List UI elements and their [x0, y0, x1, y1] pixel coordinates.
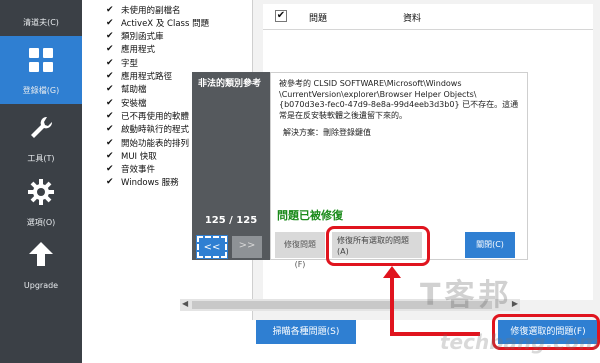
check-icon[interactable]: ✔: [106, 98, 115, 108]
check-icon[interactable]: ✔: [106, 58, 115, 68]
checklist-item-label: 類別函式庫: [121, 32, 164, 43]
check-icon[interactable]: ✔: [106, 84, 115, 94]
checklist-item[interactable]: ✔ 應用程式路徑: [106, 70, 172, 83]
checklist-item-label: 應用程式路徑: [121, 72, 173, 82]
watermark-url: techbang.com: [440, 330, 600, 354]
checklist-item[interactable]: ✔ 字型: [106, 56, 138, 69]
checklist-item[interactable]: ✔ MUI 快取: [106, 149, 157, 162]
sidebar-item-label: 工具(T): [27, 154, 55, 163]
problem-description: 被參考的 CLSID SOFTWARE\Microsoft\Windows \C…: [279, 79, 519, 120]
checklist-item[interactable]: ✔ ActiveX 及 Class 問題: [106, 16, 209, 29]
close-button[interactable]: 關閉(C): [465, 232, 515, 258]
scroll-left-icon[interactable]: ◀: [182, 299, 188, 308]
sidebar-item-cleaner[interactable]: 清道夫(C): [0, 0, 82, 36]
sidebar-item-tools[interactable]: 工具(T): [0, 104, 82, 172]
checklist-item[interactable]: ✔ 啟動時執行的程式: [106, 123, 189, 136]
checklist-item[interactable]: ✔ Windows 服務: [106, 176, 179, 189]
sidebar-item-options[interactable]: 選項(O): [0, 168, 82, 236]
check-icon[interactable]: ✔: [106, 44, 115, 54]
problem-dialog-sidebar: 非法的類別參考 125 / 125: [192, 72, 270, 260]
results-header: ✔ 問題 資料: [263, 4, 593, 30]
checklist-item[interactable]: ✔ 幫助檔: [106, 83, 147, 96]
checklist-item-label: 啟動時執行的程式: [121, 125, 190, 136]
checklist-item-label: 幫助檔: [121, 85, 147, 96]
solution-text: 解決方案：刪除登錄鍵值: [283, 128, 371, 137]
check-icon[interactable]: ✔: [106, 151, 115, 161]
next-problem-button[interactable]: >>: [232, 236, 262, 258]
arrow-up-icon: [29, 242, 53, 266]
checklist-item-label: 未使用的副檔名: [121, 5, 181, 16]
check-icon[interactable]: ✔: [106, 164, 115, 174]
wrench-icon: [31, 116, 53, 138]
checklist-item-label: 安裝檔: [121, 98, 147, 109]
column-header-data[interactable]: 資料: [403, 11, 421, 24]
select-all-checkbox[interactable]: ✔: [275, 10, 287, 22]
sidebar-item-label: Upgrade: [23, 281, 59, 290]
checklist-item[interactable]: ✔ 未使用的副檔名: [106, 3, 181, 16]
check-icon[interactable]: ✔: [106, 138, 115, 148]
checklist-item[interactable]: ✔ 音效事件: [106, 163, 155, 176]
checklist-item[interactable]: ✔ 已不再使用的軟體: [106, 109, 189, 122]
check-icon[interactable]: ✔: [106, 177, 115, 187]
highlight-frame: [326, 226, 430, 266]
checklist-item[interactable]: ✔ 安裝檔: [106, 96, 147, 109]
checklist-item-label: 字型: [121, 58, 139, 69]
checklist-item-label: ActiveX 及 Class 問題: [121, 18, 210, 29]
checklist-item-label: 開始功能表的排列: [121, 138, 190, 149]
watermark-logo: T客邦: [420, 278, 513, 313]
checklist-item-label: MUI 快取: [121, 151, 157, 162]
sidebar-item-label: 登錄檔(G): [22, 86, 60, 95]
sidebar-item-registry[interactable]: 登錄檔(G): [0, 36, 82, 104]
checklist-item-label: 音效事件: [121, 165, 156, 176]
column-header-problem[interactable]: 問題: [309, 11, 327, 24]
checklist-item[interactable]: ✔ 類別函式庫: [106, 30, 164, 43]
check-icon[interactable]: ✔: [106, 18, 115, 28]
sidebar-item-label: 選項(O): [26, 218, 56, 227]
check-icon[interactable]: ✔: [106, 31, 115, 41]
gear-icon: [28, 179, 54, 205]
check-icon[interactable]: ✔: [106, 71, 115, 81]
sidebar: 清道夫(C) 登錄檔(G) 工具(T) 選項(O) Upgrade: [0, 0, 82, 363]
sidebar-item-upgrade[interactable]: Upgrade: [0, 230, 82, 298]
scroll-right-icon[interactable]: ▶: [512, 299, 518, 308]
grid-icon: [29, 48, 53, 72]
checklist-item[interactable]: ✔ 開始功能表的排列: [106, 136, 189, 149]
scan-button[interactable]: 掃瞄各種問題(S): [256, 320, 356, 344]
dialog-title: 非法的類別參考: [198, 79, 262, 89]
check-icon[interactable]: ✔: [106, 5, 115, 15]
checklist-item-label: Windows 服務: [121, 178, 179, 189]
problem-counter: 125 / 125: [204, 215, 258, 226]
check-icon[interactable]: ✔: [106, 111, 115, 121]
status-message: 問題已被修復: [277, 209, 343, 222]
fix-problem-button[interactable]: 修復問題(F): [275, 232, 325, 269]
checklist-item-label: 應用程式: [121, 45, 156, 56]
checklist-item[interactable]: ✔ 應用程式: [106, 43, 155, 56]
sidebar-item-label: 清道夫(C): [23, 18, 59, 27]
previous-problem-button[interactable]: <<: [196, 235, 228, 259]
checklist-item-label: 已不再使用的軟體: [121, 111, 190, 122]
check-icon[interactable]: ✔: [106, 124, 115, 134]
